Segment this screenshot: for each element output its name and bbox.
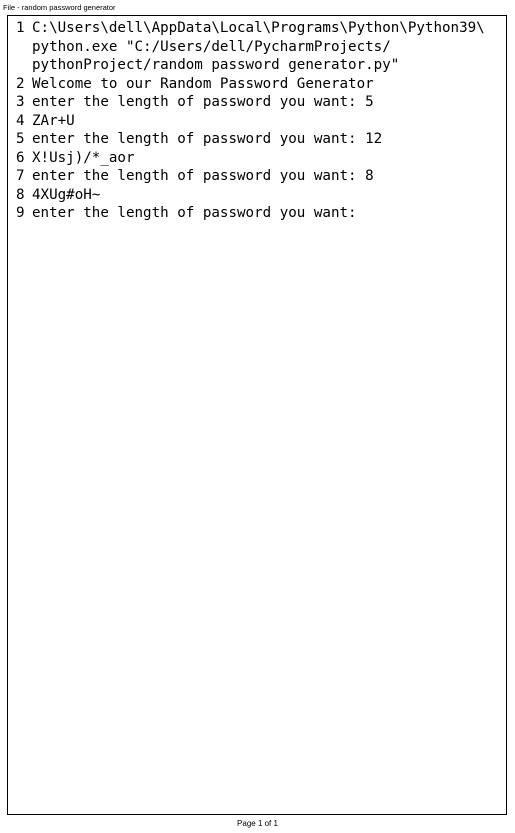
- console-line-8: 8 4XUg#oH~: [16, 186, 502, 205]
- console-line-7: 7 enter the length of password you want:…: [16, 167, 502, 186]
- console-line-6: 6 X!Usj)/*_aor: [16, 149, 502, 168]
- line-number: 9: [16, 205, 25, 221]
- line-text: ZAr+U: [32, 112, 75, 129]
- line-text: X!Usj)/*_aor: [32, 149, 135, 166]
- console-line-5: 5 enter the length of password you want:…: [16, 130, 502, 149]
- console-output: 1 C:\Users\dell\AppData\Local\Programs\P…: [16, 19, 502, 223]
- line-number: 1: [16, 20, 25, 36]
- line-number: 3: [16, 94, 25, 110]
- line-text: Welcome to our Random Password Generator: [32, 75, 374, 92]
- console-output-frame: 1 C:\Users\dell\AppData\Local\Programs\P…: [7, 15, 507, 815]
- line-number: 5: [16, 131, 25, 147]
- document-title: File - random password generator: [3, 3, 116, 12]
- line-number: 6: [16, 149, 25, 166]
- line-number: 7: [16, 168, 25, 184]
- console-line-3: 3 enter the length of password you want:…: [16, 93, 502, 112]
- line-text: enter the length of password you want: 1…: [32, 131, 383, 147]
- console-line-1: 1 C:\Users\dell\AppData\Local\Programs\P…: [16, 19, 502, 75]
- line-number: 2: [16, 75, 25, 92]
- line-text: C:\Users\dell\AppData\Local\Programs\Pyt…: [32, 20, 485, 73]
- line-text: 4XUg#oH~: [32, 186, 101, 203]
- console-line-9: 9 enter the length of password you want:: [16, 204, 502, 223]
- console-line-4: 4 ZAr+U: [16, 112, 502, 131]
- line-number: 4: [16, 112, 25, 129]
- console-line-2: 2 Welcome to our Random Password Generat…: [16, 75, 502, 94]
- line-text: enter the length of password you want: 8: [32, 168, 374, 184]
- line-text: enter the length of password you want: 5: [32, 94, 374, 110]
- line-number: 8: [16, 186, 25, 203]
- page-number: Page 1 of 1: [237, 819, 278, 828]
- line-text: enter the length of password you want:: [32, 205, 366, 221]
